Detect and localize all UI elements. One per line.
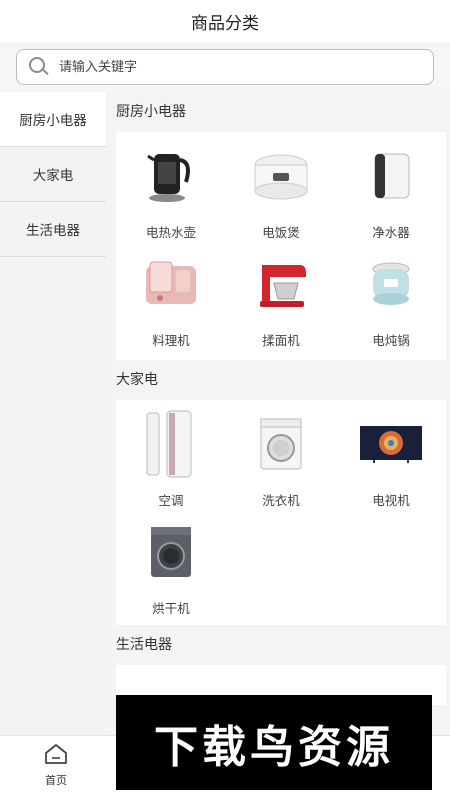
product-item-dryer[interactable]: 烘干机 <box>116 520 226 628</box>
kitchen-grid: 电热水壶 电饭煲 净水器 料理机 揉面机 电炖锅 <box>116 132 446 360</box>
sidebar-item-label: 生活电器 <box>26 223 80 239</box>
item-label: 空调 <box>158 493 184 508</box>
item-label: 洗衣机 <box>262 493 300 508</box>
product-item-slow-cooker[interactable]: 电炖锅 <box>336 252 446 360</box>
top-bar: 商品分类 <box>0 0 450 42</box>
blender-image <box>139 252 203 316</box>
home-icon <box>45 744 67 764</box>
kettle-image <box>139 144 203 208</box>
product-item-rice-cooker[interactable]: 电饭煲 <box>226 144 336 252</box>
product-item-tv[interactable]: 电视机 <box>336 412 446 520</box>
item-label: 烘干机 <box>152 601 190 616</box>
section-title-large-appliances: 大家电 <box>116 372 158 388</box>
tab-home[interactable]: 首页 <box>30 742 82 794</box>
product-item-stand-mixer[interactable]: 揉面机 <box>226 252 336 360</box>
product-item-washing-machine[interactable]: 洗衣机 <box>226 412 336 520</box>
item-label: 电视机 <box>372 493 410 508</box>
sidebar-item-label: 厨房小电器 <box>19 113 87 129</box>
sidebar-item-large-appliances[interactable]: 大家电 <box>0 147 106 202</box>
tab-home-label: 首页 <box>45 774 67 787</box>
sidebar-item-home-appliances[interactable]: 生活电器 <box>0 202 106 257</box>
product-item-water-purifier[interactable]: 净水器 <box>336 144 446 252</box>
product-item-air-conditioner[interactable]: 空调 <box>116 410 226 520</box>
item-label: 料理机 <box>152 333 190 348</box>
product-item-kettle[interactable]: 电热水壶 <box>116 144 226 252</box>
section-title-home-appliances: 生活电器 <box>116 637 172 653</box>
stand-mixer-image <box>249 252 313 316</box>
search-input[interactable] <box>59 59 399 75</box>
page-title: 商品分类 <box>191 13 259 34</box>
item-label: 电饭煲 <box>262 225 300 240</box>
watermark-text: 下载鸟资源 <box>154 721 394 773</box>
category-content: 厨房小电器 电热水壶 电饭煲 净水器 料理机 揉面机 电炖锅 大家电 空调 洗衣… <box>106 92 450 735</box>
search-area <box>0 42 450 92</box>
item-label: 净水器 <box>372 225 410 240</box>
rice-cooker-image <box>249 144 313 208</box>
air-conditioner-image <box>139 410 203 478</box>
search-box[interactable] <box>16 49 434 85</box>
dryer-image <box>139 520 203 584</box>
watermark: 下载鸟资源 <box>116 695 432 790</box>
category-sidebar: 厨房小电器 大家电 生活电器 <box>0 92 106 735</box>
tv-image <box>359 412 423 476</box>
sidebar-item-kitchen[interactable]: 厨房小电器 <box>0 92 106 147</box>
item-label: 电炖锅 <box>372 333 410 348</box>
sidebar-item-label: 大家电 <box>32 168 74 184</box>
water-purifier-image <box>359 144 423 208</box>
item-label: 电热水壶 <box>145 225 196 240</box>
slow-cooker-image <box>359 252 423 316</box>
washing-machine-image <box>249 412 313 476</box>
large-appliances-grid: 空调 洗衣机 电视机 烘干机 <box>116 400 446 625</box>
item-label: 揉面机 <box>262 333 300 348</box>
search-icon[interactable] <box>29 57 49 77</box>
product-item-blender[interactable]: 料理机 <box>116 252 226 360</box>
section-title-kitchen: 厨房小电器 <box>116 104 186 120</box>
